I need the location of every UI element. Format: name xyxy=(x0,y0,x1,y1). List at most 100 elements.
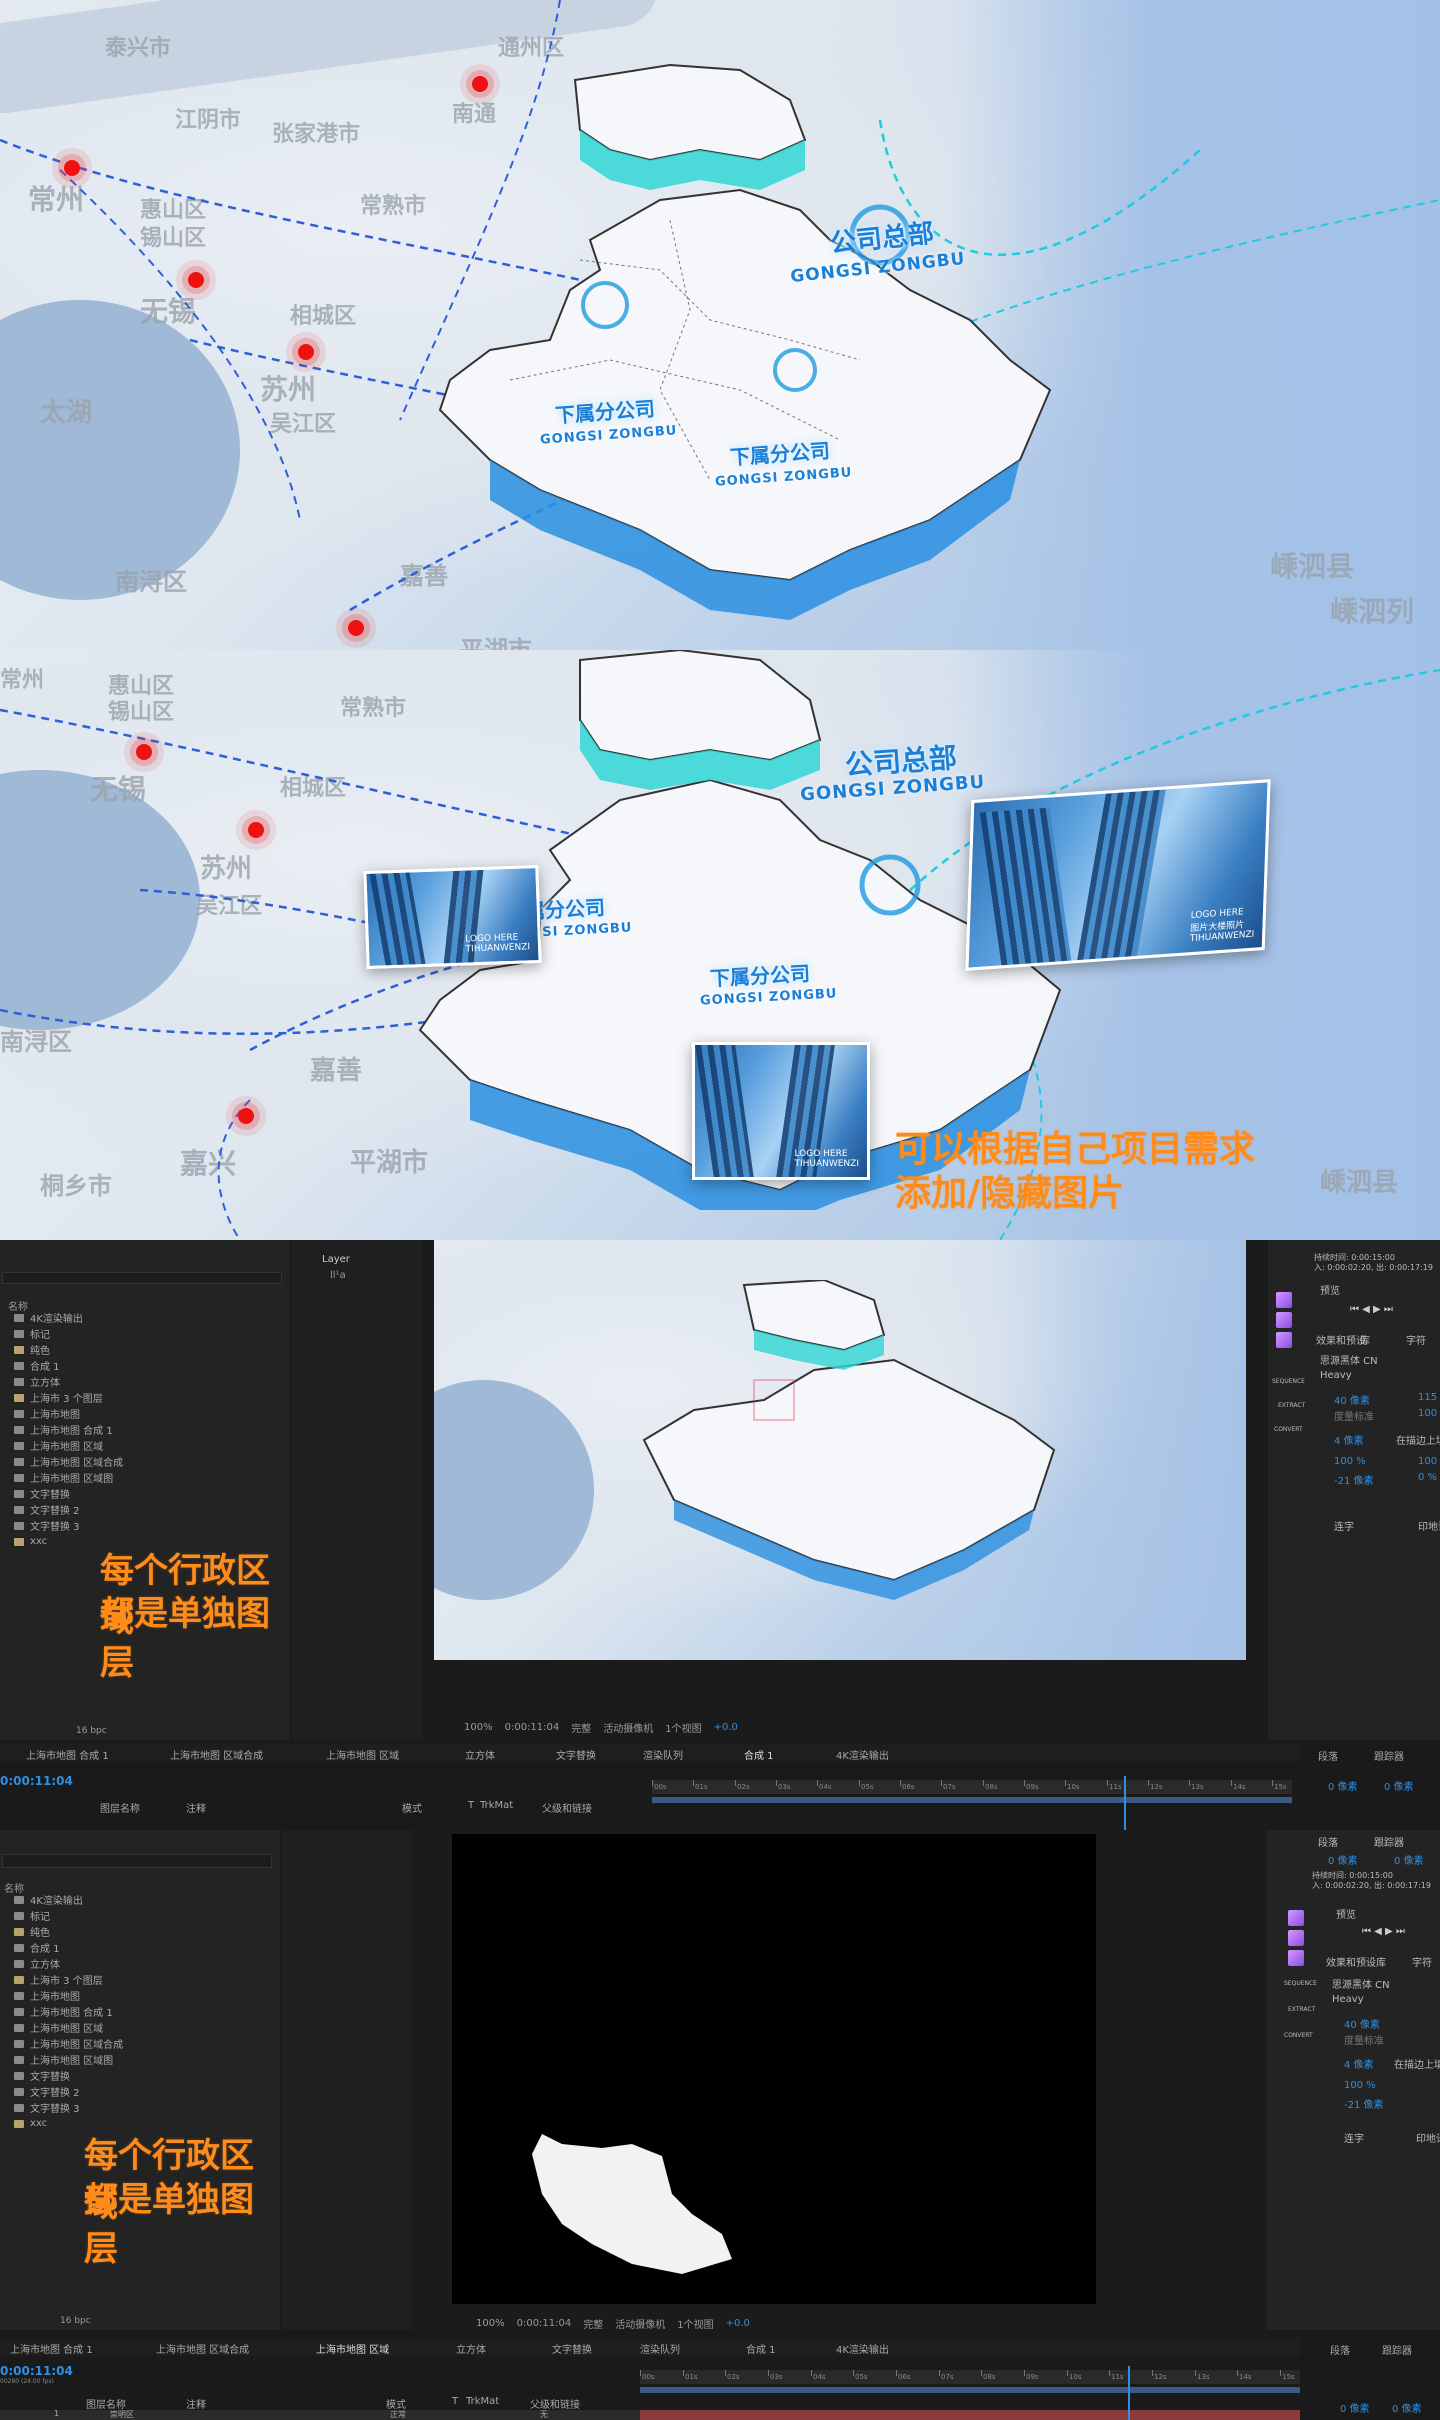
project-search[interactable] xyxy=(2,1272,282,1284)
tab-comp-1[interactable]: 合成 1 xyxy=(744,1747,774,1762)
project-item[interactable]: 文字替换 xyxy=(0,2068,280,2084)
tab-comp-map-region-comp[interactable]: 上海市地图 区域合成 xyxy=(170,1747,263,1762)
tab-cube[interactable]: 立方体 xyxy=(465,1747,495,1762)
font-size-field[interactable]: 40 像素 xyxy=(1344,2016,1380,2031)
tab-character[interactable]: 字符 xyxy=(1412,1954,1432,1969)
project-item[interactable]: 纯色 xyxy=(0,1342,290,1358)
tsume-field[interactable]: 0 % xyxy=(1418,1472,1437,1483)
current-time[interactable]: 0:00:11:04 xyxy=(505,1722,560,1733)
col-parent[interactable]: 父级和链接 xyxy=(530,2396,580,2411)
tab-comp-1[interactable]: 合成 1 xyxy=(746,2341,776,2356)
views-select[interactable]: 1个视图 xyxy=(665,1720,701,1735)
layer-parent[interactable]: 无 xyxy=(540,2409,548,2420)
tab-effects-presets[interactable]: 效果和预设 xyxy=(1326,1954,1376,1969)
stroke-width-field[interactable]: 4 像素 xyxy=(1344,2056,1374,2071)
tab-render-queue[interactable]: 渲染队列 xyxy=(643,1747,683,1762)
project-item[interactable]: 标记 xyxy=(0,1326,290,1342)
tab-paragraph[interactable]: 段落 xyxy=(1330,2342,1350,2357)
col-comment[interactable]: 注释 xyxy=(186,1800,206,1815)
project-item[interactable]: 文字替换 xyxy=(0,1486,290,1502)
layer-name[interactable]: 崇明区 xyxy=(110,2409,134,2420)
timecode[interactable]: 0:00:11:04 xyxy=(0,1774,73,1788)
project-item[interactable]: 4K渲染输出 xyxy=(0,1310,290,1326)
preview-controls[interactable]: ⏮ ◀ ▶ ⏭ xyxy=(1350,1304,1393,1315)
ligature-checkbox[interactable]: 连字 xyxy=(1334,1518,1354,1533)
font-family-select[interactable]: 思源黑体 CN xyxy=(1320,1352,1378,1367)
project-item[interactable]: 上海市 3 个图层 xyxy=(0,1972,280,1988)
label-convert[interactable]: CONVERT xyxy=(1274,1426,1303,1433)
label-convert[interactable]: CONVERT xyxy=(1284,2032,1313,2039)
layer-mode[interactable]: 正常 xyxy=(390,2409,406,2420)
horizontal-scale-field[interactable]: 100 % xyxy=(1418,1456,1440,1467)
tab-comp-map-1[interactable]: 上海市地图 合成 1 xyxy=(10,2341,93,2356)
stroke-order-select[interactable]: 在描边上填充 xyxy=(1396,1432,1440,1447)
col-t[interactable]: T xyxy=(468,1800,474,1811)
preview-panel-title[interactable]: 预览 xyxy=(1336,1906,1356,1921)
layer-duration-bar[interactable] xyxy=(640,2410,1300,2420)
col-trkmat[interactable]: TrkMat xyxy=(480,1800,513,1811)
tab-tracker[interactable]: 跟踪器 xyxy=(1382,2342,1412,2357)
project-item[interactable]: 4K渲染输出 xyxy=(0,1892,280,1908)
kerning-field[interactable]: 度量标准 xyxy=(1344,2032,1384,2047)
label-extract[interactable]: EXTRACT xyxy=(1278,1402,1305,1409)
project-item[interactable]: 纯色 xyxy=(0,1924,280,1940)
col-mode[interactable]: 模式 xyxy=(402,1800,422,1815)
vertical-scale-field[interactable]: 100 % xyxy=(1334,1456,1366,1467)
baseline-shift-field[interactable]: -21 像素 xyxy=(1344,2096,1384,2111)
project-item[interactable]: 上海市地图 区域图 xyxy=(0,1470,290,1486)
project-item[interactable]: 上海市地图 区域 xyxy=(0,1438,290,1454)
project-item[interactable]: 文字替换 2 xyxy=(0,1502,290,1518)
paragraph-indent-2[interactable]: 0 像素 xyxy=(1394,1852,1424,1867)
tab-comp-map-region[interactable]: 上海市地图 区域 xyxy=(316,2341,389,2356)
timecode[interactable]: 0:00:11:04 xyxy=(0,2364,73,2378)
tab-library[interactable]: 库 xyxy=(1360,1332,1370,1347)
project-item[interactable]: 上海市地图 区域合成 xyxy=(0,2036,280,2052)
preview-controls[interactable]: ⏮ ◀ ▶ ⏭ xyxy=(1362,1926,1405,1937)
zoom-select[interactable]: 100% xyxy=(464,1722,493,1733)
stroke-width-field[interactable]: 4 像素 xyxy=(1334,1432,1364,1447)
project-item[interactable]: 立方体 xyxy=(0,1956,280,1972)
purple-cube-icon[interactable] xyxy=(1288,1930,1304,1946)
baseline-shift-field[interactable]: -21 像素 xyxy=(1334,1472,1374,1487)
project-item[interactable]: 上海市地图 合成 1 xyxy=(0,1422,290,1438)
purple-cube-icon[interactable] xyxy=(1276,1332,1292,1348)
zoom-select[interactable]: 100% xyxy=(476,2318,505,2329)
time-ruler[interactable]: 00s 01s 02s 03s 04s 05s 06s 07s 08s 09s 10s 11s 12s 1… xyxy=(640,2370,1300,2384)
project-item[interactable]: 立方体 xyxy=(0,1374,290,1390)
tab-paragraph[interactable]: 段落 xyxy=(1318,1748,1338,1763)
quality-select[interactable]: 完整 xyxy=(571,1720,591,1735)
purple-cube-icon[interactable] xyxy=(1276,1292,1292,1308)
leading-field[interactable]: 100 xyxy=(1418,1408,1437,1419)
purple-cube-icon[interactable] xyxy=(1288,1910,1304,1926)
tracking-field[interactable]: 115 xyxy=(1418,1392,1437,1403)
tab-comp-map-region[interactable]: 上海市地图 区域 xyxy=(326,1747,399,1762)
col-t[interactable]: T xyxy=(452,2396,458,2407)
bpc-indicator[interactable]: 16 bpc xyxy=(76,1726,107,1736)
tab-text-replace[interactable]: 文字替换 xyxy=(556,1747,596,1762)
col-trkmat[interactable]: TrkMat xyxy=(466,2396,499,2407)
camera-select[interactable]: 活动摄像机 xyxy=(615,2316,665,2331)
project-item[interactable]: 标记 xyxy=(0,1908,280,1924)
vertical-scale-field[interactable]: 100 % xyxy=(1344,2080,1376,2091)
playhead[interactable] xyxy=(1124,1776,1126,1830)
preview-panel-title[interactable]: 预览 xyxy=(1320,1282,1340,1297)
paragraph-indent-2[interactable]: 0 像素 xyxy=(1392,2400,1422,2415)
tab-render-queue[interactable]: 渲染队列 xyxy=(640,2341,680,2356)
label-sequence[interactable]: SEQUENCE xyxy=(1272,1378,1305,1385)
tab-character[interactable]: 字符 xyxy=(1406,1332,1426,1347)
work-area-bar[interactable] xyxy=(640,2387,1300,2393)
tab-tracker[interactable]: 跟踪器 xyxy=(1374,1748,1404,1763)
stroke-order-select[interactable]: 在描边上填充 xyxy=(1394,2056,1440,2071)
tab-4k-render[interactable]: 4K渲染输出 xyxy=(836,1747,889,1762)
time-ruler[interactable]: 00s 01s 02s 03s 04s 05s 06s 07s 08s 09s 10s 11s 12s 1… xyxy=(652,1780,1292,1794)
col-comment[interactable]: 注释 xyxy=(186,2396,206,2411)
project-item[interactable]: 上海市地图 区域 xyxy=(0,2020,280,2036)
label-sequence[interactable]: SEQUENCE xyxy=(1284,1980,1317,1987)
tab-library[interactable]: 库 xyxy=(1376,1954,1386,1969)
project-item[interactable]: 上海市地图 区域合成 xyxy=(0,1454,290,1470)
tab-text-replace[interactable]: 文字替换 xyxy=(552,2341,592,2356)
kerning-field[interactable]: 度量标准 xyxy=(1334,1408,1374,1423)
font-weight-select[interactable]: Heavy xyxy=(1332,1994,1364,2005)
tab-effects-presets[interactable]: 效果和预设 xyxy=(1316,1332,1366,1347)
paragraph-indent-1[interactable]: 0 像素 xyxy=(1328,1778,1358,1793)
